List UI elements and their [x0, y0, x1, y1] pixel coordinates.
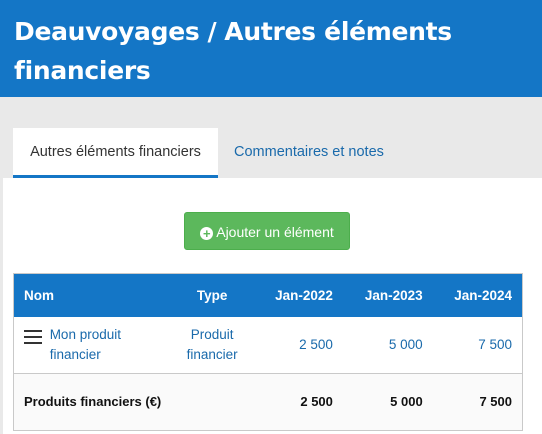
page-header: Deauvoyages / Autres éléments financiers	[0, 0, 542, 97]
total-jan-2024: 7 500	[432, 373, 523, 430]
company-name: Deauvoyages	[14, 17, 200, 46]
page-title: Deauvoyages / Autres éléments financiers	[14, 12, 534, 90]
add-element-button[interactable]: + Ajouter un élément	[184, 212, 350, 250]
tab-autres-elements-financiers[interactable]: Autres éléments financiers	[13, 128, 218, 178]
column-header-jan-2024[interactable]: Jan-2024	[432, 273, 523, 317]
cell-type: Produit financier	[171, 316, 254, 374]
tab-commentaires-et-notes[interactable]: Commentaires et notes	[234, 128, 384, 176]
element-type-link[interactable]: Produit financier	[187, 327, 238, 362]
column-header-nom[interactable]: Nom	[13, 273, 172, 317]
table-header-row: Nom Type Jan-2022 Jan-2023 Jan-2024	[13, 273, 523, 317]
title-separator: /	[207, 17, 217, 46]
financial-elements-table: Nom Type Jan-2022 Jan-2023 Jan-2024 Mon …	[13, 273, 523, 431]
cell-value-jan-2024[interactable]: 7 500	[432, 316, 523, 374]
column-header-jan-2023[interactable]: Jan-2023	[342, 273, 433, 317]
column-header-jan-2022[interactable]: Jan-2022	[253, 273, 343, 317]
add-element-label: Ajouter un élément	[216, 224, 334, 240]
total-jan-2022: 2 500	[253, 373, 343, 430]
total-jan-2023: 5 000	[342, 373, 433, 430]
column-header-type[interactable]: Type	[171, 273, 254, 317]
drag-handle-icon[interactable]	[24, 325, 42, 348]
cell-value-jan-2022[interactable]: 2 500	[253, 316, 343, 374]
total-row: Produits financiers (€) 2 500 5 000 7 50…	[13, 373, 523, 430]
plus-circle-icon: +	[200, 227, 214, 240]
table-row: Mon produit financier Produit financier …	[13, 316, 523, 374]
content-panel: + Ajouter un élément Nom Type Jan-2022 Ja…	[3, 178, 542, 434]
total-label: Produits financiers (€)	[13, 373, 254, 430]
tab-bar: Autres éléments financiers Commentaires …	[13, 128, 542, 178]
cell-value-jan-2023[interactable]: 5 000	[342, 316, 433, 374]
cell-nom: Mon produit financier	[13, 316, 172, 374]
element-name-link[interactable]: Mon produit financier	[50, 325, 162, 365]
